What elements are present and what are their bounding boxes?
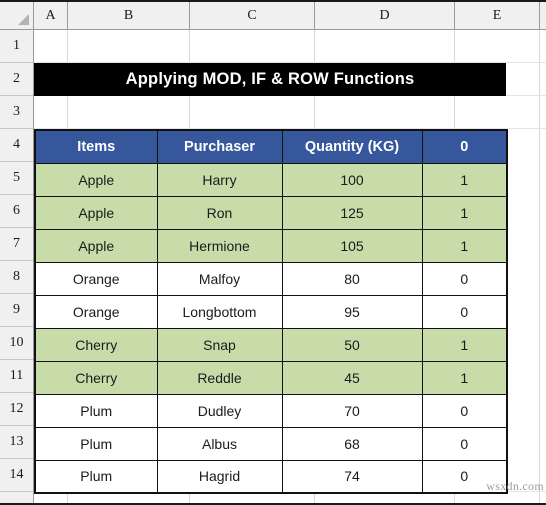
cell-purchaser[interactable]: Dudley <box>156 393 283 428</box>
row-header-9[interactable]: 9 <box>0 294 33 327</box>
cell-quantity[interactable]: 80 <box>281 261 423 296</box>
cell-quantity[interactable]: 50 <box>281 327 423 362</box>
table-header-row: Items Purchaser Quantity (KG) 0 <box>34 129 508 164</box>
table-row[interactable]: Plum Albus 68 0 <box>34 426 508 461</box>
table-row[interactable]: Orange Malfoy 80 0 <box>34 261 508 296</box>
row-header-5[interactable]: 5 <box>0 162 33 195</box>
cell-purchaser[interactable]: Harry <box>156 162 283 197</box>
row-header-4[interactable]: 4 <box>0 129 33 162</box>
select-all-corner[interactable] <box>0 2 34 29</box>
cells-area: Applying MOD, IF & ROW Functions Items P… <box>34 30 546 503</box>
cell-items[interactable]: Cherry <box>34 360 158 395</box>
row-header-6[interactable]: 6 <box>0 195 33 228</box>
column-header-c[interactable]: C <box>190 2 315 29</box>
cell-flag[interactable]: 0 <box>421 459 508 494</box>
cell-purchaser[interactable]: Hagrid <box>156 459 283 494</box>
cell-flag[interactable]: 1 <box>421 162 508 197</box>
cell-purchaser[interactable]: Hermione <box>156 228 283 263</box>
cell-items[interactable]: Apple <box>34 228 158 263</box>
table-row[interactable]: Cherry Snap 50 1 <box>34 327 508 362</box>
cell-flag[interactable]: 1 <box>421 228 508 263</box>
cell-items[interactable]: Plum <box>34 393 158 428</box>
gridline-vertical <box>539 30 540 503</box>
cell-purchaser[interactable]: Snap <box>156 327 283 362</box>
cell-purchaser[interactable]: Longbottom <box>156 294 283 329</box>
cell-quantity[interactable]: 95 <box>281 294 423 329</box>
cell-quantity[interactable]: 125 <box>281 195 423 230</box>
cell-flag[interactable]: 1 <box>421 360 508 395</box>
column-header-items: Items <box>34 129 158 164</box>
grid-body: 1 2 3 4 5 6 7 8 9 10 11 12 13 14 Applyin… <box>0 30 546 503</box>
cell-flag[interactable]: 0 <box>421 426 508 461</box>
cell-purchaser[interactable]: Albus <box>156 426 283 461</box>
row-header-2[interactable]: 2 <box>0 63 33 96</box>
cell-flag[interactable]: 0 <box>421 393 508 428</box>
row-header-13[interactable]: 13 <box>0 426 33 459</box>
table-row[interactable]: Plum Hagrid 74 0 <box>34 459 508 494</box>
cell-quantity[interactable]: 74 <box>281 459 423 494</box>
row-header-7[interactable]: 7 <box>0 228 33 261</box>
cell-items[interactable]: Plum <box>34 426 158 461</box>
cell-items[interactable]: Orange <box>34 294 158 329</box>
column-header-d[interactable]: D <box>315 2 455 29</box>
cell-quantity[interactable]: 68 <box>281 426 423 461</box>
cell-items[interactable]: Apple <box>34 162 158 197</box>
column-header-quantity: Quantity (KG) <box>281 129 423 164</box>
cell-quantity[interactable]: 45 <box>281 360 423 395</box>
cell-flag[interactable]: 0 <box>421 261 508 296</box>
row-header-11[interactable]: 11 <box>0 360 33 393</box>
cell-flag[interactable]: 1 <box>421 327 508 362</box>
column-header-a[interactable]: A <box>34 2 68 29</box>
row-header-1[interactable]: 1 <box>0 30 33 63</box>
table-row[interactable]: Cherry Reddle 45 1 <box>34 360 508 395</box>
cell-quantity[interactable]: 105 <box>281 228 423 263</box>
cell-items[interactable]: Cherry <box>34 327 158 362</box>
table-row[interactable]: Apple Ron 125 1 <box>34 195 508 230</box>
table-row[interactable]: Apple Harry 100 1 <box>34 162 508 197</box>
cell-quantity[interactable]: 70 <box>281 393 423 428</box>
spreadsheet-grid: A B C D E 1 2 3 4 5 6 7 8 9 10 11 12 13 … <box>0 0 546 505</box>
cell-items[interactable]: Plum <box>34 459 158 494</box>
cell-flag[interactable]: 1 <box>421 195 508 230</box>
data-table: Items Purchaser Quantity (KG) 0 Apple Ha… <box>34 129 508 494</box>
row-header-10[interactable]: 10 <box>0 327 33 360</box>
column-header-e[interactable]: E <box>455 2 540 29</box>
cell-items[interactable]: Orange <box>34 261 158 296</box>
table-row[interactable]: Orange Longbottom 95 0 <box>34 294 508 329</box>
cell-purchaser[interactable]: Ron <box>156 195 283 230</box>
cell-purchaser[interactable]: Malfoy <box>156 261 283 296</box>
column-header-flag: 0 <box>421 129 508 164</box>
cell-flag[interactable]: 0 <box>421 294 508 329</box>
column-header-purchaser: Purchaser <box>156 129 283 164</box>
row-header-14[interactable]: 14 <box>0 459 33 492</box>
row-header-3[interactable]: 3 <box>0 96 33 129</box>
column-header-b[interactable]: B <box>68 2 190 29</box>
table-row[interactable]: Plum Dudley 70 0 <box>34 393 508 428</box>
column-header-row: A B C D E <box>0 2 546 30</box>
cell-purchaser[interactable]: Reddle <box>156 360 283 395</box>
select-all-triangle-icon <box>18 14 29 25</box>
table-row[interactable]: Apple Hermione 105 1 <box>34 228 508 263</box>
row-header-8[interactable]: 8 <box>0 261 33 294</box>
title-banner: Applying MOD, IF & ROW Functions <box>34 63 506 96</box>
cell-quantity[interactable]: 100 <box>281 162 423 197</box>
row-header-12[interactable]: 12 <box>0 393 33 426</box>
cell-items[interactable]: Apple <box>34 195 158 230</box>
row-header-column: 1 2 3 4 5 6 7 8 9 10 11 12 13 14 <box>0 30 34 503</box>
